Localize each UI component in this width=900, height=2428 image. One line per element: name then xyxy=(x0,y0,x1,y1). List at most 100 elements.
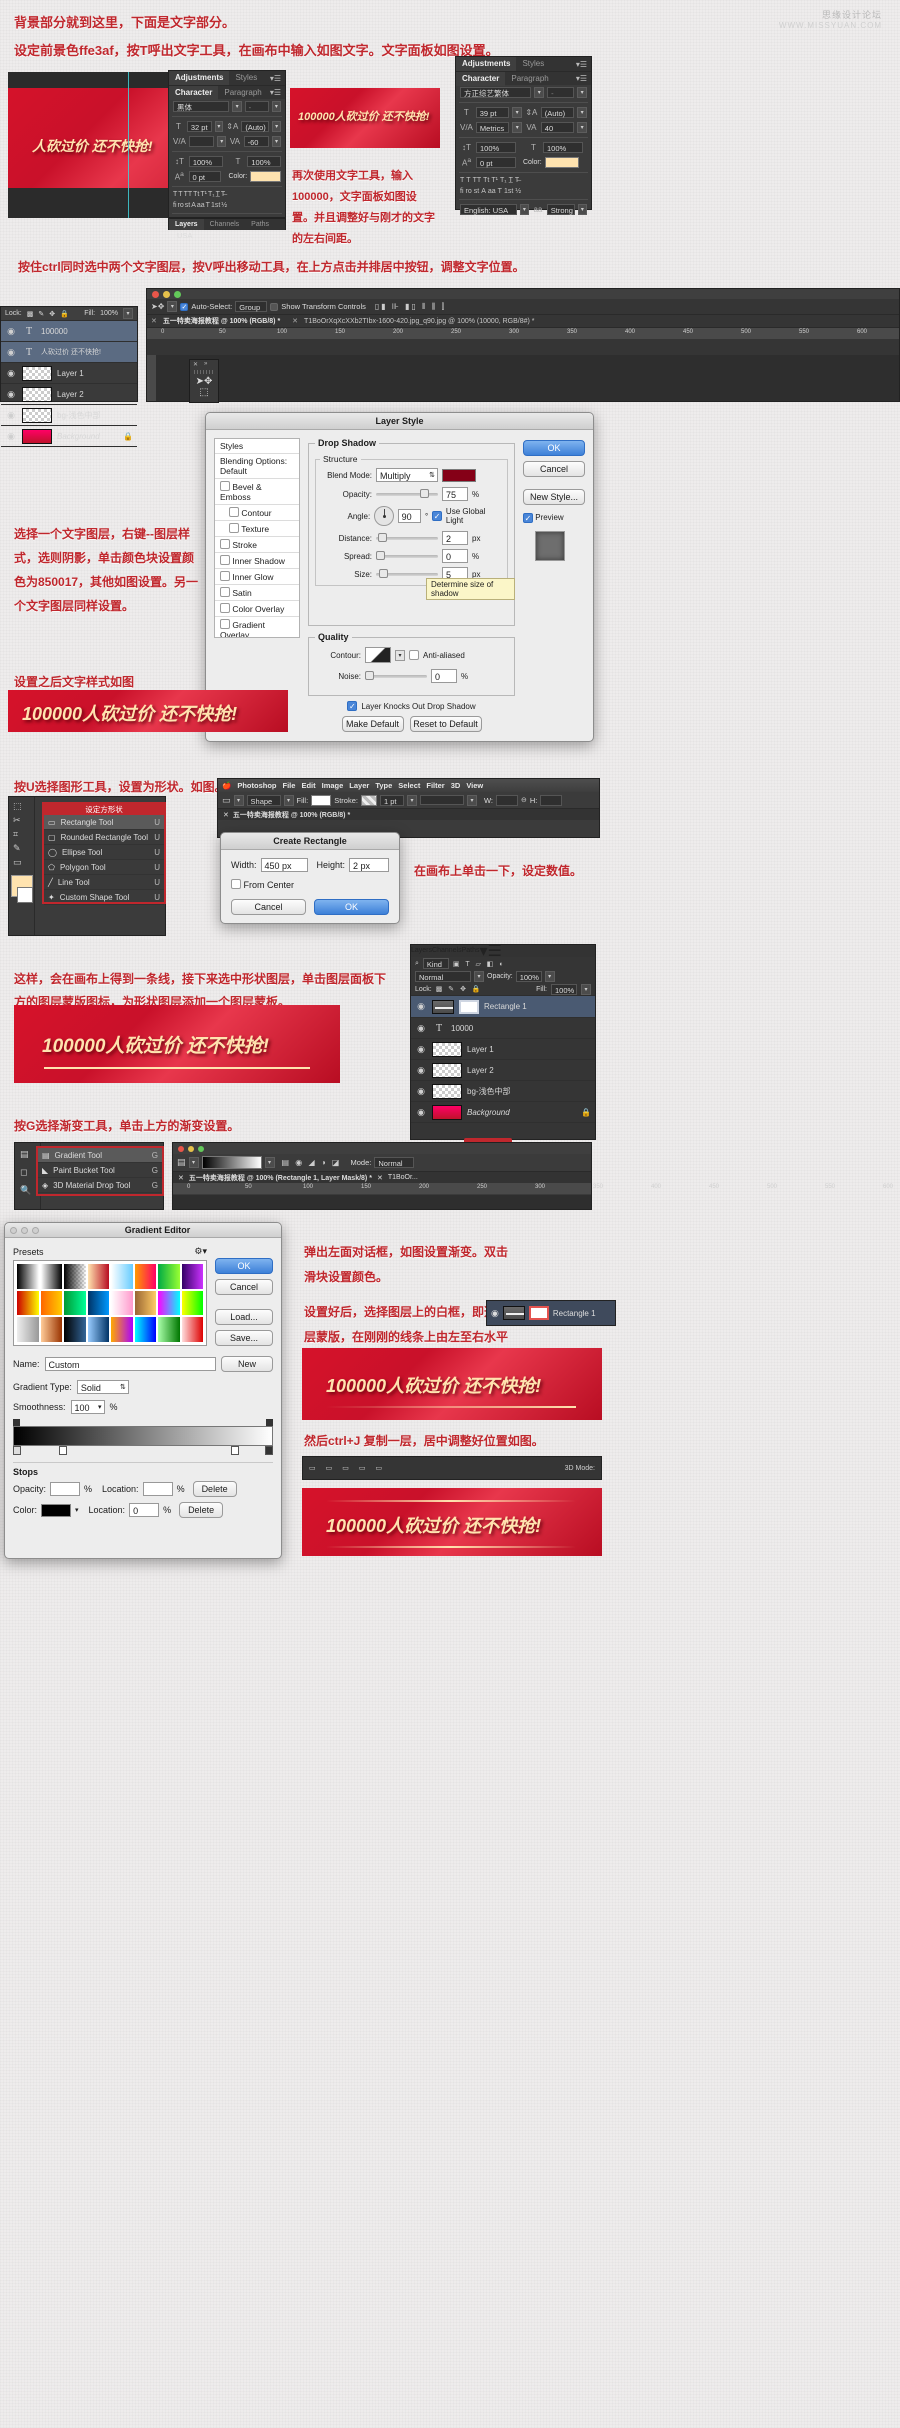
distance-slider[interactable] xyxy=(376,532,438,542)
language-antialias-row-2[interactable]: English: USA ▾ aa Strong ▾ xyxy=(456,202,591,217)
move-tool-icon-2[interactable]: ➤✥ xyxy=(190,376,218,387)
lock-position-icon[interactable]: ✥ xyxy=(49,310,55,318)
style-color-overlay[interactable]: Color Overlay xyxy=(215,601,299,617)
layer-thumbnail[interactable] xyxy=(432,1104,462,1120)
layer-name[interactable]: Rectangle 1 xyxy=(484,1002,527,1011)
gradient-name-input[interactable]: Custom xyxy=(44,1357,216,1371)
move-tool-options-bar[interactable]: ➤✥ ▾ ✓ Auto-Select: Group Show Transform… xyxy=(147,299,899,315)
tab2-adjustments[interactable]: Adjustments xyxy=(456,57,517,71)
leading-dropdown-icon-2[interactable]: ▾ xyxy=(577,107,587,118)
close-tab-icon-3[interactable]: ✕ xyxy=(223,811,229,819)
blend-mode-dropdown-icon-2[interactable]: ▾ xyxy=(474,971,484,982)
style-inner-shadow[interactable]: Inner Shadow xyxy=(215,553,299,569)
style-gradient-overlay[interactable]: Gradient Overlay xyxy=(215,617,299,637)
eye-icon[interactable]: ◉ xyxy=(5,431,17,442)
preset-swatch[interactable] xyxy=(111,1290,133,1316)
layers-strip-bottom[interactable]: ▭ ▭ ▭ ▭ ▭ 3D Mode: xyxy=(302,1456,602,1480)
close-tab-icon[interactable]: ✕ xyxy=(151,317,157,325)
eye-icon[interactable]: ◉ xyxy=(5,326,17,337)
preset-swatch[interactable] xyxy=(181,1317,203,1342)
layer-chip-5[interactable]: ▭ xyxy=(376,1464,383,1472)
style-texture[interactable]: Texture xyxy=(215,521,299,537)
anti-aliased-checkbox[interactable] xyxy=(409,650,419,660)
stroke-width-dropdown-icon[interactable]: ▾ xyxy=(406,794,417,806)
preset-swatch[interactable] xyxy=(134,1264,156,1289)
layer-mask-thumbnail-2[interactable] xyxy=(528,1306,549,1320)
menu-filter[interactable]: Filter xyxy=(426,781,444,790)
layer-thumbnail[interactable] xyxy=(432,1062,462,1078)
eye-icon[interactable]: ◉ xyxy=(5,368,17,379)
layer-thumbnail[interactable] xyxy=(22,386,52,402)
gradient-tool-icon[interactable]: ▤ xyxy=(20,1149,29,1160)
lock-all-icon[interactable]: 🔒 xyxy=(60,310,69,318)
floating-tools-panel[interactable]: ✕ » ➤✥ ⬚ xyxy=(189,359,219,403)
layer-thumbnail[interactable] xyxy=(432,1041,462,1057)
tab-character[interactable]: Character xyxy=(169,85,219,100)
height-field[interactable] xyxy=(540,794,563,806)
tab-adjustments[interactable]: Adjustments xyxy=(169,71,230,85)
layer-thumbnail[interactable] xyxy=(22,365,52,381)
tracking-field[interactable]: -60 xyxy=(243,136,270,147)
preset-swatch[interactable] xyxy=(17,1290,39,1316)
gradient-options-window[interactable]: ▤ ▾ ▾ ▤ ◉ ◢ ◑ ◪ Mode: Normal ✕ 五一特卖海报教程 … xyxy=(172,1142,893,1210)
tool-preset-dropdown-icon-3[interactable]: ▾ xyxy=(188,1157,199,1168)
baseline-shift-field[interactable]: 0 pt xyxy=(188,171,222,182)
panel2-tabbar-adjustments[interactable]: Adjustments Styles ▾☰ xyxy=(456,57,591,71)
opacity-dropdown-icon[interactable]: ▾ xyxy=(544,971,555,982)
tool-custom-shape[interactable]: ✦ Custom Shape Tool U xyxy=(44,890,164,905)
stop-color-dropdown-icon[interactable]: ▾ xyxy=(75,1506,79,1514)
contour-preview[interactable] xyxy=(365,647,391,663)
tool-polygon[interactable]: ⬠ Polygon Tool U xyxy=(44,860,164,875)
menu-type[interactable]: Type xyxy=(375,781,392,790)
close-icon[interactable]: ✕ xyxy=(193,361,198,368)
color-stop-mid[interactable] xyxy=(59,1446,67,1455)
font-style-dropdown-icon-2[interactable]: ▾ xyxy=(577,87,587,98)
layers2-lock-row[interactable]: Lock: ▩ ✎ ✥ 🔒 Fill: 100% ▾ xyxy=(411,983,595,996)
tool-paint-bucket[interactable]: ◣ Paint Bucket Tool G xyxy=(38,1163,162,1178)
eye-icon[interactable]: ◉ xyxy=(415,1023,427,1034)
panel-tabbar-character[interactable]: Character Paragraph ▾☰ xyxy=(169,85,285,100)
layer-row-layer1[interactable]: ◉ Layer 1 xyxy=(1,363,137,384)
layer-row-slogan[interactable]: ◉ T 人砍过价 还不快抢! xyxy=(1,342,137,363)
tab-paths-2[interactable]: Paths xyxy=(462,945,480,957)
rectangle-tool-icon-2[interactable]: ▭ xyxy=(222,795,231,806)
layer-mask-thumbnail[interactable] xyxy=(459,999,479,1014)
opacity-input[interactable]: 75 xyxy=(442,487,468,501)
gradient-doc-tab-2[interactable]: T1BoOr... xyxy=(388,1174,418,1181)
tab2-character[interactable]: Character xyxy=(456,71,506,86)
scale-row[interactable]: ↕T 100% T 100% xyxy=(169,154,285,169)
panel-tabbar-adjustments[interactable]: Adjustments Styles ▾☰ xyxy=(169,71,285,85)
menu-image[interactable]: Image xyxy=(322,781,344,790)
lock-transparent-pixels-icon[interactable]: ▩ xyxy=(27,310,34,318)
align-buttons[interactable]: ▯▮ ⊪ ▮▯ ⫴ ⫼ ⫿ xyxy=(375,302,446,312)
vertical-scale-field-2[interactable]: 100% xyxy=(476,142,516,153)
document-tab-3[interactable]: 五一特卖海报教程 @ 100% (RGB/8) * xyxy=(233,810,350,820)
text-color-swatch-2[interactable] xyxy=(544,157,579,168)
kerning-tracking-row[interactable]: V/A ▾ VA -60 ▾ xyxy=(169,134,285,149)
layer-chip-4[interactable]: ▭ xyxy=(359,1464,366,1472)
style-blending-options[interactable]: Blending Options: Default xyxy=(215,454,299,479)
eye-icon[interactable]: ◉ xyxy=(5,347,17,358)
preset-swatch[interactable] xyxy=(87,1317,109,1342)
baseline-shift-field-2[interactable]: 0 pt xyxy=(476,157,516,168)
panel-menu-icon[interactable]: ▾☰ xyxy=(270,74,285,83)
checkbox[interactable] xyxy=(220,481,230,491)
preset-swatch[interactable] xyxy=(134,1290,156,1316)
marquee-tool-icon[interactable]: ⬚ xyxy=(190,387,218,398)
ok-button-2[interactable]: OK xyxy=(314,899,389,915)
marquee-tool-icon[interactable]: ⬚ xyxy=(13,801,22,812)
layer-name[interactable]: 100000 xyxy=(41,327,68,336)
spread-input[interactable]: 0 xyxy=(442,549,468,563)
shape-options-row[interactable]: ▭ ▾ Shape ▾ Fill: Stroke: 1 pt ▾ ▾ W: ⊖ … xyxy=(218,792,599,808)
baseline-color-row[interactable]: Aa 0 pt Color: xyxy=(169,169,285,184)
stop-color-location-input[interactable]: 0 xyxy=(129,1503,160,1517)
stroke-swatch[interactable] xyxy=(360,794,377,806)
layer-row-layer2[interactable]: ◉ Layer 2 xyxy=(1,384,137,405)
panel2-menu-icon-2[interactable]: ▾☰ xyxy=(576,74,591,83)
layer2-row-bg-light[interactable]: ◉ bg-浅色中部 xyxy=(411,1081,595,1102)
layer-name[interactable]: Layer 1 xyxy=(57,369,84,378)
tool-ellipse[interactable]: ◯ Ellipse Tool U xyxy=(44,845,164,860)
tool-rounded-rectangle[interactable]: ▢ Rounded Rectangle Tool U xyxy=(44,830,164,845)
gradient-save-button[interactable]: Save... xyxy=(215,1330,273,1346)
color-stop-right[interactable] xyxy=(265,1446,273,1455)
